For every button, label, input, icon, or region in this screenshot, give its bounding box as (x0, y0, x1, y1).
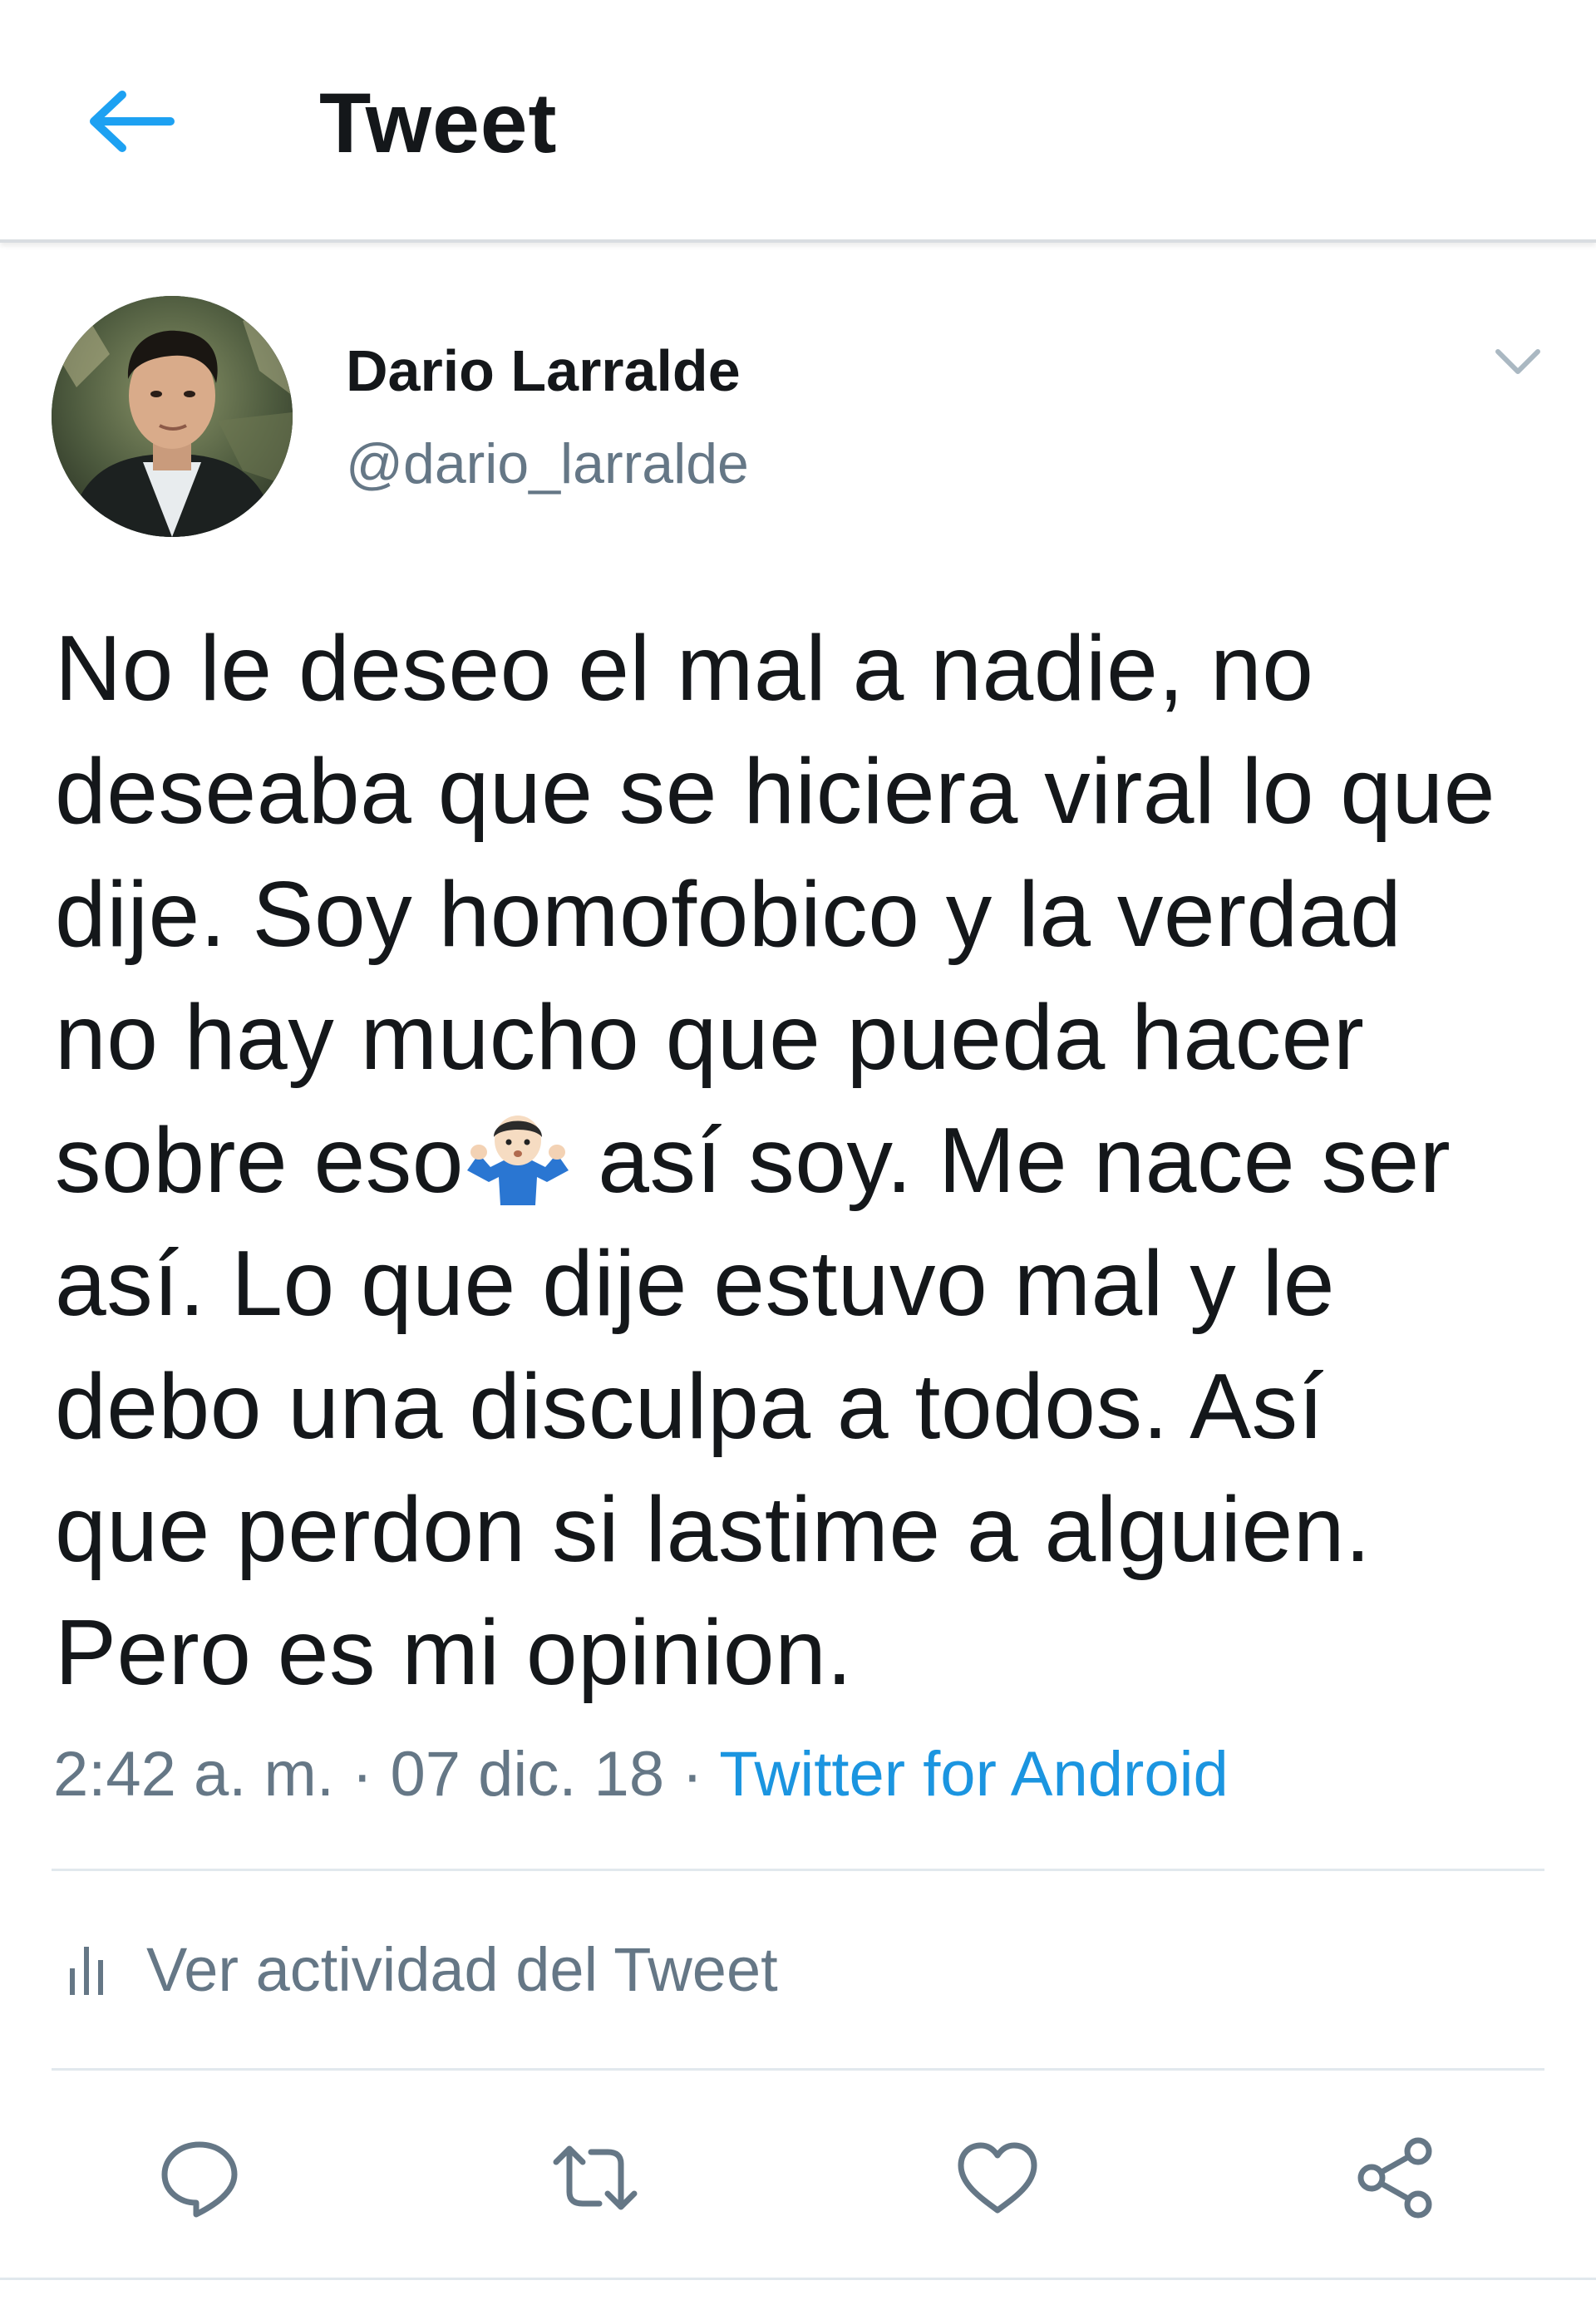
meta-separator: · (664, 1739, 720, 1810)
back-button[interactable] (80, 71, 180, 171)
tweet-activity-label: Ver actividad del Tweet (146, 1935, 778, 2004)
top-bar: Tweet (0, 0, 1596, 243)
meta-separator: · (333, 1739, 391, 1810)
reply-icon (161, 2141, 238, 2218)
retweet-icon (553, 2145, 638, 2210)
arrow-left-icon (90, 91, 175, 152)
bar-chart-icon (70, 1947, 103, 1995)
page-title: Tweet (319, 76, 558, 170)
divider (52, 2068, 1544, 2071)
author-handle[interactable]: @dario_larralde (346, 431, 749, 497)
tweet-source-link[interactable]: Twitter for Android (719, 1739, 1229, 1810)
tweet-time: 2:42 a. m. (53, 1739, 334, 1810)
tweet-date: 07 dic. 18 (390, 1739, 665, 1810)
retweet-button[interactable] (545, 2128, 645, 2228)
avatar[interactable] (52, 296, 293, 537)
reply-button[interactable] (150, 2128, 249, 2228)
person-shrugging-emoji (466, 1116, 569, 1205)
avatar-photo (52, 296, 293, 537)
divider (52, 1869, 1544, 1871)
tweet-meta: 2:42 a. m. · 07 dic. 18 · Twitter for An… (53, 1737, 1229, 1812)
author-name[interactable]: Dario Larralde (346, 336, 741, 406)
more-options-button[interactable] (1485, 332, 1551, 391)
share-button[interactable] (1347, 2128, 1446, 2228)
like-icon (958, 2142, 1037, 2214)
tweet-text: No le deseo el mal a nadie, no deseaba q… (55, 607, 1568, 1714)
divider (0, 2278, 1596, 2280)
tweet-activity-button[interactable]: Ver actividad del Tweet (66, 1928, 778, 2012)
chevron-down-icon (1495, 349, 1540, 374)
share-icon (1357, 2137, 1432, 2219)
like-button[interactable] (948, 2128, 1047, 2228)
